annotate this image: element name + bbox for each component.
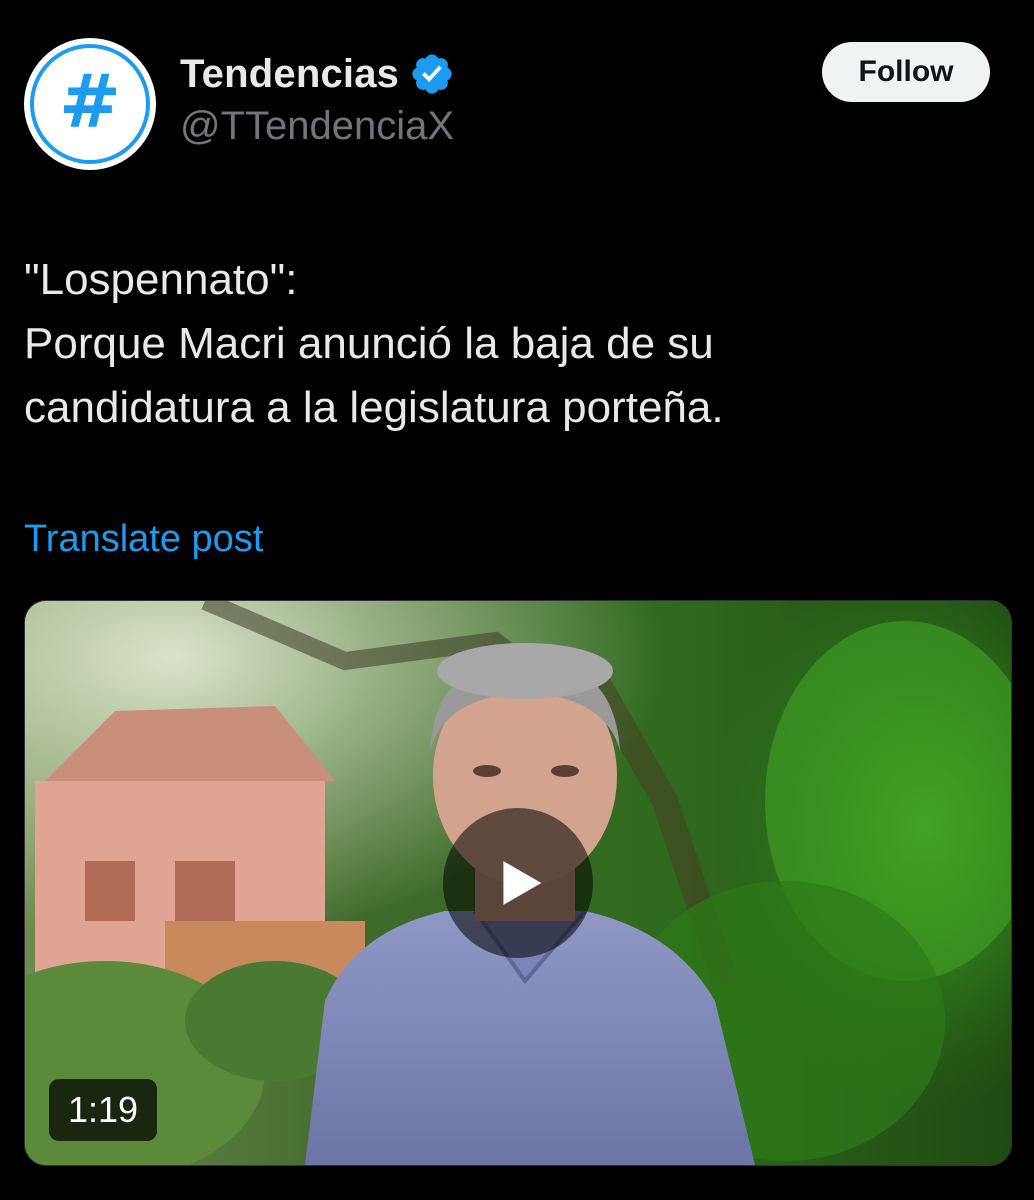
author-display-name[interactable]: Tendencias <box>180 52 399 97</box>
author-handle[interactable]: @TTendenciaX <box>180 104 454 149</box>
verified-badge-icon <box>412 54 452 94</box>
translate-post-link[interactable]: Translate post <box>24 518 263 561</box>
video-player[interactable]: 1:19 <box>24 600 1012 1166</box>
author-name-row: Tendencias <box>180 48 455 100</box>
post-card: # Tendencias @TTendenciaX Follow "Lospen… <box>0 0 1034 1200</box>
post-text-line: Porque Macri anunció la baja de su <box>24 319 714 368</box>
author-avatar[interactable]: # <box>24 38 156 170</box>
play-button[interactable] <box>443 808 593 958</box>
post-text: "Lospennato": Porque Macri anunció la ba… <box>24 248 1004 440</box>
avatar-ring <box>30 44 150 164</box>
video-duration-badge: 1:19 <box>49 1079 157 1141</box>
play-icon <box>503 861 542 905</box>
post-text-line: candidatura a la legislatura porteña. <box>24 383 724 432</box>
post-text-line: "Lospennato": <box>24 255 298 304</box>
follow-button[interactable]: Follow <box>822 42 990 102</box>
